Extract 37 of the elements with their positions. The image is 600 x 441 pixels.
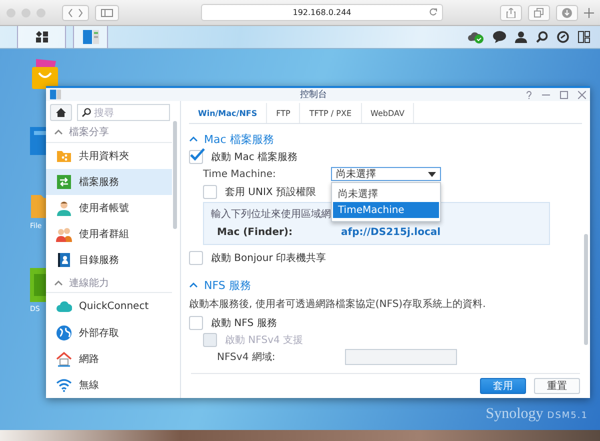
section-title: NFS 服務 bbox=[204, 278, 251, 292]
address-bar[interactable]: 192.168.0.244 bbox=[292, 8, 352, 17]
brand-version: DSM5.1 bbox=[547, 411, 588, 421]
checkbox-label: 啟動 Mac 檔案服務 bbox=[211, 150, 298, 164]
sidebar-item[interactable]: 網路 bbox=[46, 346, 172, 372]
info-text: 輸入下列位址來使用區域網 bbox=[211, 208, 331, 221]
section-header: 連線能力 bbox=[69, 276, 109, 290]
sidebar-item[interactable]: 檔案服務 bbox=[46, 168, 172, 196]
dropdown-option[interactable]: 尚未選擇 bbox=[333, 186, 439, 202]
tab[interactable]: Win/Mac/NFS bbox=[189, 103, 268, 123]
sidebar-item[interactable]: QuickConnect bbox=[46, 293, 172, 320]
sidebar-item[interactable]: 目錄服務 bbox=[46, 247, 172, 274]
checkbox-label: 啟動 Bonjour 印表機共享 bbox=[211, 252, 326, 264]
sidebar-item[interactable]: 外部存取 bbox=[46, 319, 172, 346]
sidebar-item[interactable]: 無線 bbox=[46, 372, 172, 398]
checkbox-label: 啟動 NFS 服務 bbox=[211, 316, 277, 330]
field-label: Time Machine: bbox=[203, 168, 277, 180]
field-label: NFSv4 網域: bbox=[217, 350, 276, 364]
description-text: 啟動本服務後, 使用者可透過網路檔案協定(NFS)存取系統上的資料. bbox=[189, 298, 487, 311]
brand-name: Synology bbox=[486, 406, 544, 423]
info-label: Mac (Finder): bbox=[217, 227, 294, 238]
sidebar-item[interactable]: 使用者帳號 bbox=[46, 195, 172, 222]
dropdown-option[interactable]: TimeMachine bbox=[333, 202, 439, 218]
sidebar-item[interactable]: 共用資料夾 bbox=[46, 142, 172, 169]
address-link[interactable]: afp://DS215j.local bbox=[341, 227, 441, 238]
checkbox-label: 啟動 NFSv4 支援 bbox=[225, 334, 304, 346]
apply-button[interactable]: 套用 bbox=[480, 378, 526, 394]
tab[interactable]: FTP bbox=[267, 103, 300, 123]
tab[interactable]: WebDAV bbox=[362, 103, 414, 123]
reset-button[interactable]: 重置 bbox=[534, 378, 580, 394]
sidebar-item[interactable]: 使用者群組 bbox=[46, 221, 172, 248]
dropdown[interactable]: 尚未選擇 bbox=[331, 167, 441, 181]
tab[interactable]: TFTP / PXE bbox=[300, 103, 362, 123]
window-title: 控制台 bbox=[299, 88, 328, 101]
section-header: 檔案分享 bbox=[69, 126, 109, 140]
checkbox-label: 套用 UNIX 預設權限 bbox=[225, 186, 316, 198]
section-title: Mac 檔案服務 bbox=[204, 132, 274, 146]
